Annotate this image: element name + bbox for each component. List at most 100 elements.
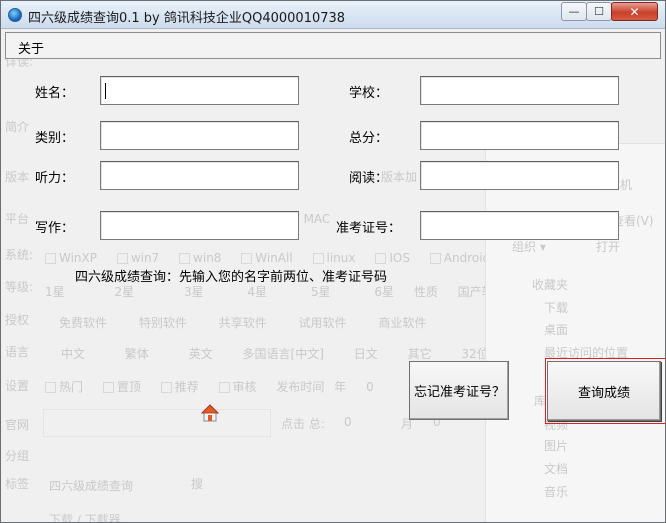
ghost-label: 系统: (5, 248, 34, 262)
ghost-label: 版本 (5, 170, 30, 184)
maximize-icon: ☐ (594, 5, 604, 18)
ghost-label: 等级: (5, 280, 34, 294)
name-input[interactable] (101, 77, 298, 104)
ghost-url-field (43, 409, 271, 437)
ticket-input[interactable] (421, 212, 618, 239)
category-input[interactable] (101, 122, 298, 149)
ghost-explorer-item: 图片 (544, 439, 569, 453)
ghost-option: WinAll (255, 251, 293, 265)
total-input[interactable] (421, 122, 618, 149)
ghost-option: 试用软件 (298, 316, 347, 330)
writing-label: 写作： (35, 221, 75, 236)
ghost-explorer-toolbar: 打开 (596, 240, 621, 254)
ghost-option: 热门 (59, 380, 84, 394)
listening-input[interactable] (101, 162, 298, 189)
ghost-option: 发布时间 (276, 380, 325, 394)
ghost-option: 32位 (461, 347, 489, 361)
school-input[interactable] (421, 77, 618, 104)
ghost-option: 多国语言[中文] (242, 347, 324, 361)
ghost-explorer-item: 桌面 (544, 323, 569, 337)
writing-field[interactable] (100, 211, 299, 240)
ghost-value: 0 (366, 380, 374, 394)
minimize-icon: — (568, 5, 580, 18)
ghost-explorer-item: 音乐 (544, 485, 569, 499)
name-label: 姓名： (35, 86, 75, 101)
reading-field[interactable] (420, 161, 619, 190)
ghost-option: 国产软件 (457, 285, 506, 299)
ghost-option: 特别软件 (138, 316, 187, 330)
listening-field[interactable] (100, 161, 299, 190)
query-score-button[interactable]: 查询成绩 (547, 361, 661, 421)
ghost-option: 6星 (374, 285, 394, 299)
ghost-option: 置顶 (116, 380, 141, 394)
ghost-click-value: 0 (344, 415, 352, 429)
menu-bar: 关于 (5, 32, 661, 59)
ghost-option: 商业软件 (378, 316, 427, 330)
minimize-button[interactable]: — (561, 2, 587, 21)
ghost-language-row: 中文 繁体 英文 多国语言[中文] 日文 其它 32位 (61, 345, 505, 362)
ghost-option: MAC (303, 212, 331, 226)
ghost-option: 审核 (232, 380, 257, 394)
ghost-option: win8 (193, 251, 222, 265)
writing-input[interactable] (101, 212, 298, 239)
name-field[interactable] (100, 76, 299, 105)
ghost-option: linux (326, 251, 356, 265)
ghost-label: 平台 (5, 212, 30, 226)
close-button[interactable]: ✕ (611, 2, 658, 21)
ghost-explorer-item: 收藏夹 (532, 278, 569, 292)
reading-input[interactable] (421, 162, 618, 189)
total-label: 总分： (349, 131, 389, 146)
menu-about[interactable]: 关于 (18, 38, 44, 57)
ghost-option: 1星 (45, 285, 65, 299)
ghost-settings-row: 热门 置顶 推荐 审核 发布时间 年 0 (45, 378, 390, 395)
ghost-option: 日文 (353, 347, 378, 361)
title-bar[interactable]: 四六级成绩查询0.1 by 鸽讯科技企业QQ4000010738 — ☐ ✕ (1, 1, 665, 29)
ghost-option: win7 (130, 251, 160, 265)
ghost-option: WinXP (59, 251, 97, 265)
ghost-option: IOS (389, 251, 410, 265)
listening-label: 听力： (35, 171, 75, 186)
ghost-label: 语言 (5, 345, 30, 359)
ghost-bottom-select: 下载 / 下载器 (49, 513, 121, 523)
ticket-label: 准考证号： (336, 221, 402, 236)
ghost-license-row: 免费软件 特别软件 共享软件 试用软件 商业软件 (59, 314, 442, 331)
ghost-label: 分组 (5, 449, 30, 463)
ghost-label: 官网 (5, 418, 30, 432)
ghost-option: Symbian (524, 251, 577, 265)
ghost-label: 设置 (5, 379, 30, 393)
app-window: 详读: 简介 版本 平台 系统: 等级: 授权 语言 设置 官网 分组 标签 关… (0, 0, 666, 523)
ghost-search-label: 搜 (191, 477, 204, 491)
ghost-level-row: 1星 2星 3星 4星 5星 6星 性质 国产软件 国外软件 (45, 283, 590, 300)
ghost-option: Android (443, 251, 491, 265)
close-icon: ✕ (629, 4, 640, 19)
ghost-label: 授权 (5, 313, 30, 327)
ghost-option: 2星 (114, 285, 135, 299)
ghost-explorer-item: 文档 (544, 462, 569, 476)
ghost-option: 5星 (310, 285, 331, 299)
maximize-button[interactable]: ☐ (586, 2, 612, 21)
ghost-explorer-item: 下载 (544, 301, 569, 315)
ghost-option: 其它 (407, 347, 432, 361)
ghost-click-label: 点击 总: (281, 417, 325, 431)
ghost-option: 国外软件 (525, 285, 574, 299)
school-field[interactable] (420, 76, 619, 105)
ghost-option: 性质 (413, 285, 438, 299)
ghost-option: 3星 (183, 285, 204, 299)
ghost-label: 简介 (5, 120, 30, 134)
ghost-explorer-toolbar: 组织 ▾ (512, 240, 546, 254)
ghost-option: 繁体 (124, 347, 149, 361)
forgot-ticket-button[interactable]: 忘记准考证号？ (409, 361, 509, 420)
school-label: 学校： (349, 86, 389, 101)
instruction-text: 四六级成绩查询：先输入您的名字前两位、准考证号码 (75, 270, 388, 285)
ghost-option: 免费软件 (59, 316, 108, 330)
ticket-field[interactable] (420, 211, 619, 240)
ghost-tag-value: 四六级成绩查询 (49, 479, 134, 493)
total-field[interactable] (420, 121, 619, 150)
category-field[interactable] (100, 121, 299, 150)
text-caret (105, 83, 106, 99)
reading-label: 阅读： (349, 171, 389, 186)
ghost-option: 4星 (247, 285, 268, 299)
ghost-option: 中文 (61, 347, 86, 361)
ghost-os-row: WinXP win7 win8 WinAll linux IOS Android… (45, 251, 592, 265)
ghost-label: 标签 (5, 477, 30, 491)
